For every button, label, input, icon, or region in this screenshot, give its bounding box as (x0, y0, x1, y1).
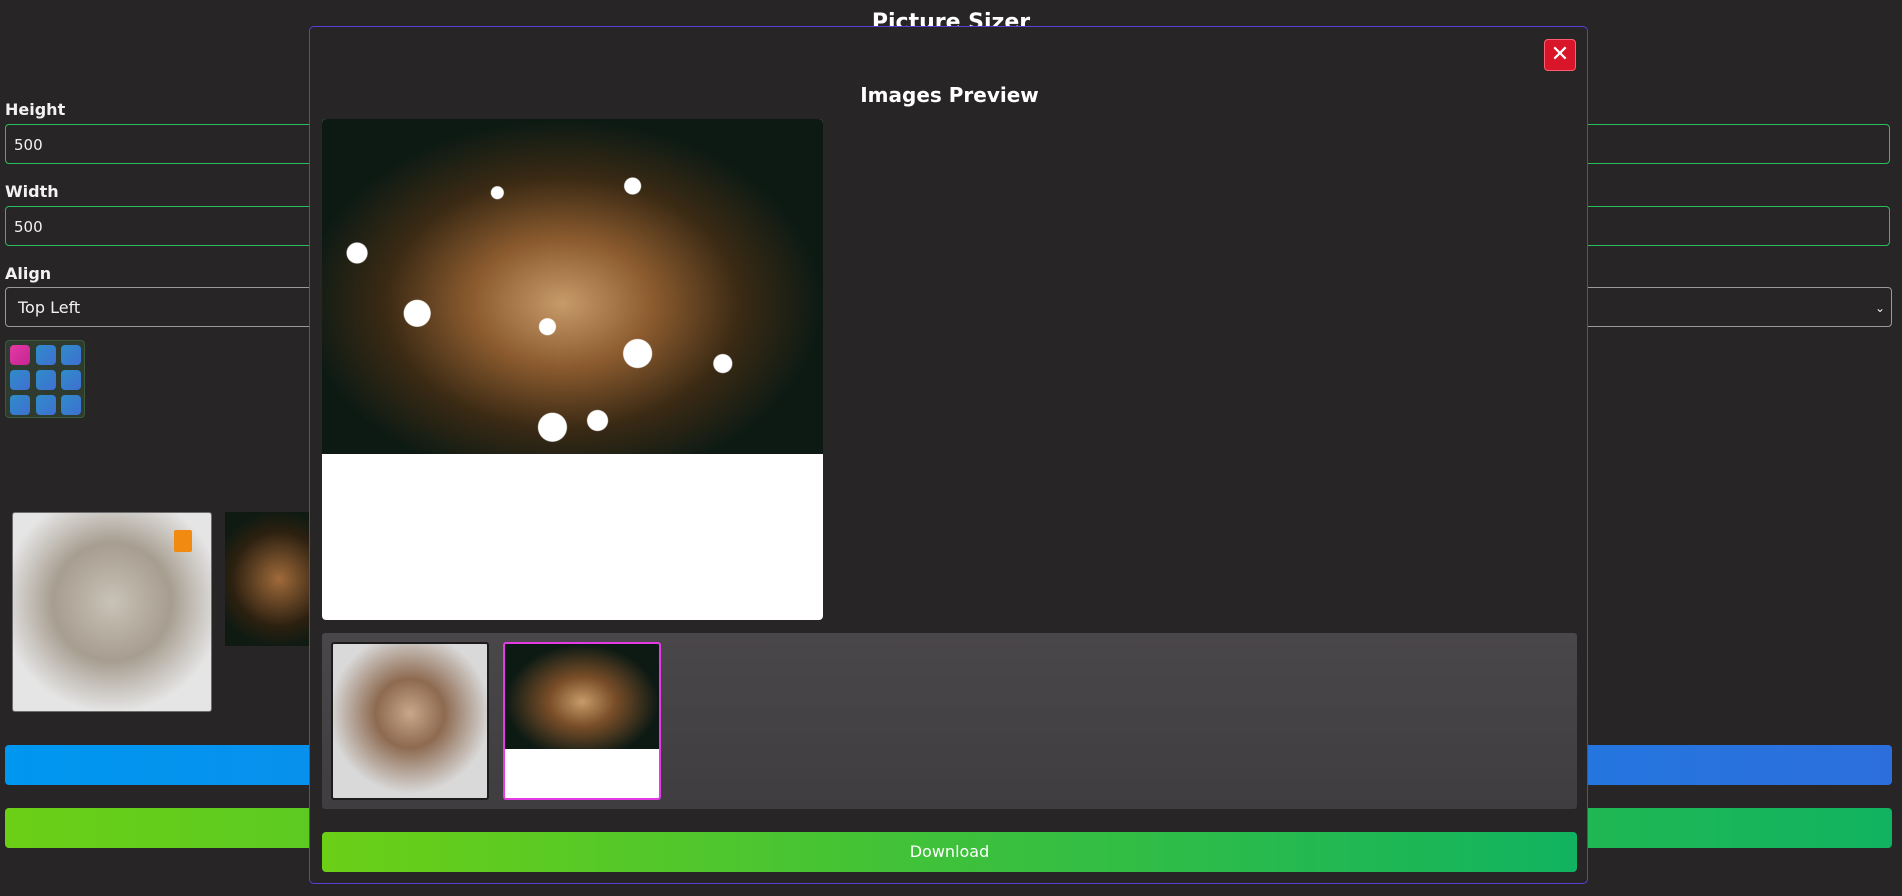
thumbnail-strip (322, 633, 1577, 809)
thumbnail-photo (505, 644, 659, 749)
close-button[interactable]: ✕ (1544, 39, 1576, 71)
width-label: Width (5, 182, 59, 201)
thumbnail-item-selected[interactable] (503, 642, 661, 800)
modal-title: Images Preview (860, 83, 1039, 107)
align-label: Align (5, 264, 52, 283)
align-top-left-cell[interactable] (10, 345, 30, 365)
align-bottom-center-cell[interactable] (36, 395, 56, 415)
preview-modal: ✕ Images Preview Download (309, 26, 1588, 884)
trash-icon[interactable] (174, 530, 192, 552)
close-icon: ✕ (1550, 42, 1570, 67)
align-grid (5, 340, 85, 418)
download-button[interactable]: Download (322, 832, 1577, 872)
align-bottom-right-cell[interactable] (61, 395, 81, 415)
align-top-center-cell[interactable] (36, 345, 56, 365)
uploaded-image-thumb[interactable] (225, 512, 315, 646)
align-bottom-left-cell[interactable] (10, 395, 30, 415)
height-label: Height (5, 100, 66, 119)
align-top-right-cell[interactable] (61, 345, 81, 365)
chevron-down-icon: ⌄ (1874, 301, 1885, 315)
align-middle-center-cell[interactable] (36, 370, 56, 390)
align-select-value: Top Left (18, 298, 81, 317)
preview-image (322, 119, 823, 620)
align-middle-left-cell[interactable] (10, 370, 30, 390)
preview-photo (322, 119, 823, 454)
thumbnail-item[interactable] (331, 642, 489, 800)
align-middle-right-cell[interactable] (61, 370, 81, 390)
